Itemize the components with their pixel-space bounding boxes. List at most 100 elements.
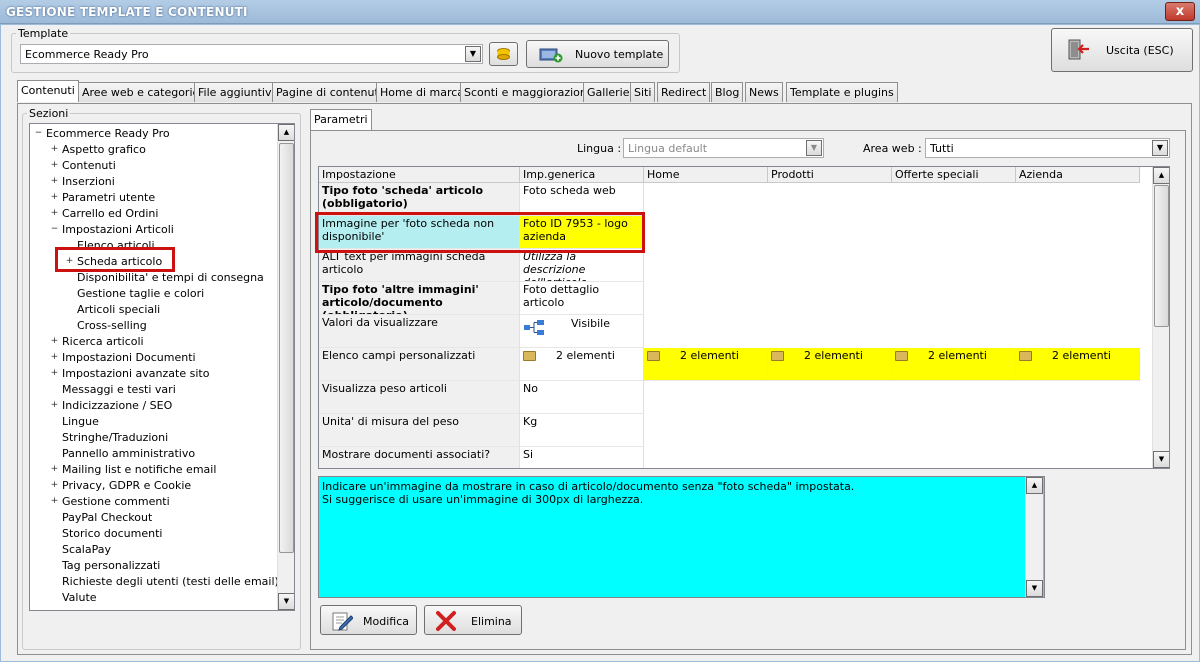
row-generic[interactable]: Utilizza la descrizione dell'articolo <box>520 249 644 282</box>
chevron-down-icon[interactable]: ▼ <box>806 140 822 156</box>
folder-icon <box>647 351 660 361</box>
row-key[interactable]: Unita' di misura del peso <box>319 414 520 447</box>
expand-icon[interactable]: + <box>50 145 59 154</box>
tree-item-label: Inserzioni <box>62 175 115 188</box>
expand-icon[interactable]: + <box>50 481 59 490</box>
tree-item-label: PayPal Checkout <box>62 511 153 524</box>
tab-news[interactable]: News <box>745 82 783 102</box>
col-header-home[interactable]: Home <box>644 167 768 183</box>
close-button[interactable]: x <box>1165 2 1195 21</box>
row-generic[interactable]: 2 elementi <box>520 348 644 381</box>
lingua-select[interactable]: Lingua default ▼ <box>623 138 824 158</box>
tab-contenuti[interactable]: Contenuti <box>17 80 79 102</box>
description-line: Si suggerisce di usare un'immagine di 30… <box>322 493 644 506</box>
expand-icon[interactable]: + <box>50 497 59 506</box>
row-azienda[interactable]: 2 elementi <box>1016 348 1140 381</box>
col-header-generica[interactable]: Imp.generica <box>520 167 644 183</box>
tab-label: Siti <box>634 86 652 99</box>
scroll-down-icon[interactable]: ▼ <box>278 593 294 610</box>
tab-redirect[interactable]: Redirect <box>657 82 711 102</box>
row-generic[interactable]: No <box>520 381 644 414</box>
tree-item-label: Impostazioni Articoli <box>62 223 174 236</box>
template-group-legend: Template <box>18 27 69 40</box>
col-header-offerte[interactable]: Offerte speciali <box>892 167 1016 183</box>
collapse-icon[interactable]: − <box>50 225 59 234</box>
tab-pagine[interactable]: Pagine di contenuti <box>272 82 386 102</box>
row-generic[interactable]: Kg <box>520 414 644 447</box>
chevron-down-icon[interactable]: ▼ <box>1152 140 1168 156</box>
scroll-up-icon[interactable]: ▲ <box>1026 477 1043 494</box>
tree-item-label: Impostazioni Documenti <box>62 351 196 364</box>
tree-item-label: ScalaPay <box>62 543 111 556</box>
row-prodotti[interactable]: 2 elementi <box>768 348 892 381</box>
tab-blog[interactable]: Blog <box>711 82 744 102</box>
row-home[interactable]: 2 elementi <box>644 348 768 381</box>
row-generic[interactable]: Visibile <box>520 315 644 348</box>
grid-scroll-thumb[interactable] <box>1154 185 1169 327</box>
template-select[interactable]: Ecommerce Ready Pro ▼ <box>20 44 483 64</box>
grid-scrollbar[interactable]: ▲ ▼ <box>1152 167 1169 468</box>
description-box[interactable]: Indicare un'immagine da mostrare in caso… <box>318 476 1045 598</box>
row-generic[interactable]: Foto dettaglio articolo <box>520 282 644 315</box>
expand-icon[interactable]: + <box>50 353 59 362</box>
hierarchy-icon <box>524 320 544 335</box>
row-key[interactable]: ALT text per immagini scheda articolo <box>319 249 520 282</box>
row-key[interactable]: Elenco campi personalizzati <box>319 348 520 381</box>
new-template-button[interactable]: Nuovo template <box>526 40 669 68</box>
col-header-azienda[interactable]: Azienda <box>1016 167 1140 183</box>
elements-count: 2 elementi <box>556 349 615 362</box>
tab-sconti[interactable]: Sconti e maggiorazioni <box>460 82 594 102</box>
expand-icon[interactable]: + <box>50 465 59 474</box>
exit-button[interactable]: Uscita (ESC) <box>1051 28 1193 72</box>
col-header-prodotti[interactable]: Prodotti <box>768 167 892 183</box>
expand-icon[interactable]: + <box>50 401 59 410</box>
tree-item-label: Impostazioni avanzate sito <box>62 367 210 380</box>
tab-aree-web[interactable]: Aree web e categorie <box>78 82 204 102</box>
tab-siti[interactable]: Siti <box>630 82 656 102</box>
lingua-value: Lingua default <box>628 142 708 155</box>
tree-item-label: Stringhe/Traduzioni <box>62 431 169 444</box>
chevron-down-icon[interactable]: ▼ <box>465 46 481 62</box>
tab-label: News <box>749 86 779 99</box>
tab-gallerie[interactable]: Gallerie <box>583 82 634 102</box>
expand-icon[interactable]: + <box>50 161 59 170</box>
expand-icon[interactable]: + <box>50 193 59 202</box>
tree-item-label: Mailing list e notifiche email <box>62 463 217 476</box>
folder-icon <box>1019 351 1032 361</box>
row-generic[interactable]: Si <box>520 447 644 468</box>
expand-icon[interactable]: + <box>50 369 59 378</box>
row-key[interactable]: Tipo foto 'altre immagini' articolo/docu… <box>319 282 520 315</box>
delete-button[interactable]: Elimina <box>424 605 522 635</box>
tree-scrollbar[interactable]: ▲ ▼ <box>277 124 294 610</box>
tree-item-label: Pannello amministrativo <box>62 447 196 460</box>
template-options-button[interactable] <box>489 42 518 66</box>
expand-icon[interactable]: + <box>50 337 59 346</box>
window-title: GESTIONE TEMPLATE E CONTENUTI <box>6 5 248 19</box>
tree-scroll-thumb[interactable] <box>279 143 294 553</box>
scroll-up-icon[interactable]: ▲ <box>278 124 294 141</box>
tree-item-label: Carrello ed Ordini <box>62 207 159 220</box>
expand-icon[interactable]: + <box>50 209 59 218</box>
description-line: Indicare un'immagine da mostrare in caso… <box>322 480 855 493</box>
tab-parametri[interactable]: Parametri <box>310 109 372 131</box>
row-key[interactable]: Valori da visualizzare <box>319 315 520 348</box>
expand-icon[interactable]: + <box>50 177 59 186</box>
scroll-down-icon[interactable]: ▼ <box>1026 580 1043 597</box>
row-offerte[interactable]: 2 elementi <box>892 348 1016 381</box>
tab-home-marca[interactable]: Home di marca <box>376 82 469 102</box>
col-header-impostazione[interactable]: Impostazione <box>319 167 520 183</box>
tab-template-plugins[interactable]: Template e plugins <box>786 82 898 102</box>
description-scrollbar[interactable]: ▲ ▼ <box>1025 477 1043 597</box>
row-key[interactable]: Mostrare documenti associati? <box>319 447 520 468</box>
modify-button[interactable]: Modifica <box>320 605 417 635</box>
row-key[interactable]: Visualizza peso articoli <box>319 381 520 414</box>
tab-file-aggiuntivi[interactable]: File aggiuntivi <box>194 82 279 102</box>
scroll-up-icon[interactable]: ▲ <box>1153 167 1169 184</box>
sections-tree[interactable]: − Ecommerce Ready Pro + Aspetto grafico + Con… <box>29 123 295 611</box>
elements-count: 2 elementi <box>804 349 863 362</box>
tab-label: Home di marca <box>380 86 465 99</box>
scroll-down-icon[interactable]: ▼ <box>1153 451 1169 468</box>
window-titlebar: GESTIONE TEMPLATE E CONTENUTI x <box>0 0 1200 24</box>
area-web-select[interactable]: Tutti ▼ <box>925 138 1170 158</box>
collapse-icon[interactable]: − <box>34 129 43 138</box>
